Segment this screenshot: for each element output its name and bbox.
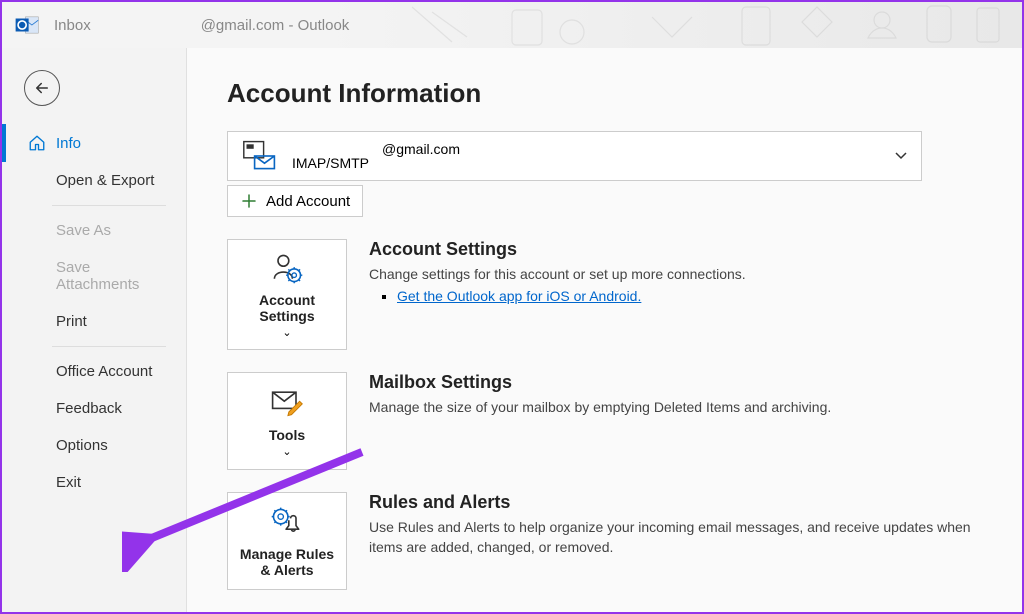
app-header: Inbox @gmail.com - Outlook (2, 2, 1022, 48)
tile-label: Account Settings (236, 292, 338, 324)
section-heading: Rules and Alerts (369, 492, 982, 513)
sidebar: Info Open & Export Save As Save Attachments… (2, 48, 187, 612)
section-heading: Mailbox Settings (369, 372, 982, 393)
section-account-settings: Account Settings ⌄ Account Settings Change … (227, 239, 982, 350)
manage-rules-alerts-tile[interactable]: Manage Rules & Alerts (227, 492, 347, 590)
tile-label: Tools (269, 427, 305, 443)
header-decoration (372, 2, 1022, 48)
section-body: Account Settings Change settings for this… (369, 239, 982, 350)
account-settings-icon (269, 250, 305, 286)
add-account-label: Add Account (266, 193, 350, 210)
sidebar-item-print[interactable]: Print (2, 303, 186, 340)
tile-label: Manage Rules & Alerts (236, 546, 338, 578)
account-text: @gmail.com IMAP/SMTP (292, 141, 460, 171)
sidebar-label: Save As (56, 222, 111, 239)
sidebar-divider (52, 346, 166, 347)
section-link[interactable]: Get the Outlook app for iOS or Android. (397, 288, 641, 304)
section-description: Change settings for this account or set … (369, 264, 982, 284)
section-manage-rules-alerts: Manage Rules & Alerts Rules and Alerts Use… (227, 492, 982, 590)
header-inbox-label: Inbox (54, 17, 91, 34)
sidebar-item-info[interactable]: Info (2, 124, 186, 162)
account-protocol: IMAP/SMTP (292, 155, 460, 171)
section-body: Rules and Alerts Use Rules and Alerts to … (369, 492, 982, 590)
content-area: Account Information @gmail.com IMAP/SMTP (187, 48, 1022, 612)
plus-icon (240, 192, 258, 210)
page-title: Account Information (227, 78, 982, 109)
section-body: Mailbox Settings Manage the size of your … (369, 372, 982, 470)
tools-icon (269, 385, 305, 421)
section-heading: Account Settings (369, 239, 982, 260)
section-description: Use Rules and Alerts to help organize yo… (369, 517, 982, 558)
sidebar-label: Save Attachments (56, 259, 170, 293)
account-settings-tile[interactable]: Account Settings ⌄ (227, 239, 347, 350)
tools-tile[interactable]: Tools ⌄ (227, 372, 347, 470)
chevron-down-icon: ⌄ (282, 326, 291, 339)
sidebar-label: Feedback (56, 400, 122, 417)
sidebar-label: Exit (56, 474, 81, 491)
manage-rules-alerts-icon (269, 504, 305, 540)
sidebar-label: Info (56, 135, 81, 152)
account-selector[interactable]: @gmail.com IMAP/SMTP (227, 131, 922, 181)
outlook-logo-icon (14, 12, 40, 38)
section-tools: Tools ⌄ Mailbox Settings Manage the size of… (227, 372, 982, 470)
section-description: Manage the size of your mailbox by empty… (369, 397, 982, 417)
chevron-down-icon (895, 147, 907, 165)
sidebar-item-exit[interactable]: Exit (2, 464, 186, 501)
sidebar-divider (52, 205, 166, 206)
sidebar-label: Options (56, 437, 108, 454)
sidebar-item-save-as: Save As (2, 212, 186, 249)
account-mailbox-icon (242, 138, 278, 174)
chevron-down-icon: ⌄ (282, 445, 291, 458)
sidebar-label: Office Account (56, 363, 152, 380)
sidebar-label: Open & Export (56, 172, 154, 189)
sidebar-item-office-account[interactable]: Office Account (2, 353, 186, 390)
sidebar-item-save-attachments: Save Attachments (2, 249, 186, 303)
add-account-button[interactable]: Add Account (227, 185, 363, 217)
arrow-left-icon (33, 79, 51, 97)
header-email-context: @gmail.com - Outlook (201, 17, 350, 34)
back-button[interactable] (24, 70, 60, 106)
home-icon (28, 134, 46, 152)
sidebar-item-feedback[interactable]: Feedback (2, 390, 186, 427)
sidebar-label: Print (56, 313, 87, 330)
sidebar-item-open-export[interactable]: Open & Export (2, 162, 186, 199)
sidebar-item-options[interactable]: Options (2, 427, 186, 464)
